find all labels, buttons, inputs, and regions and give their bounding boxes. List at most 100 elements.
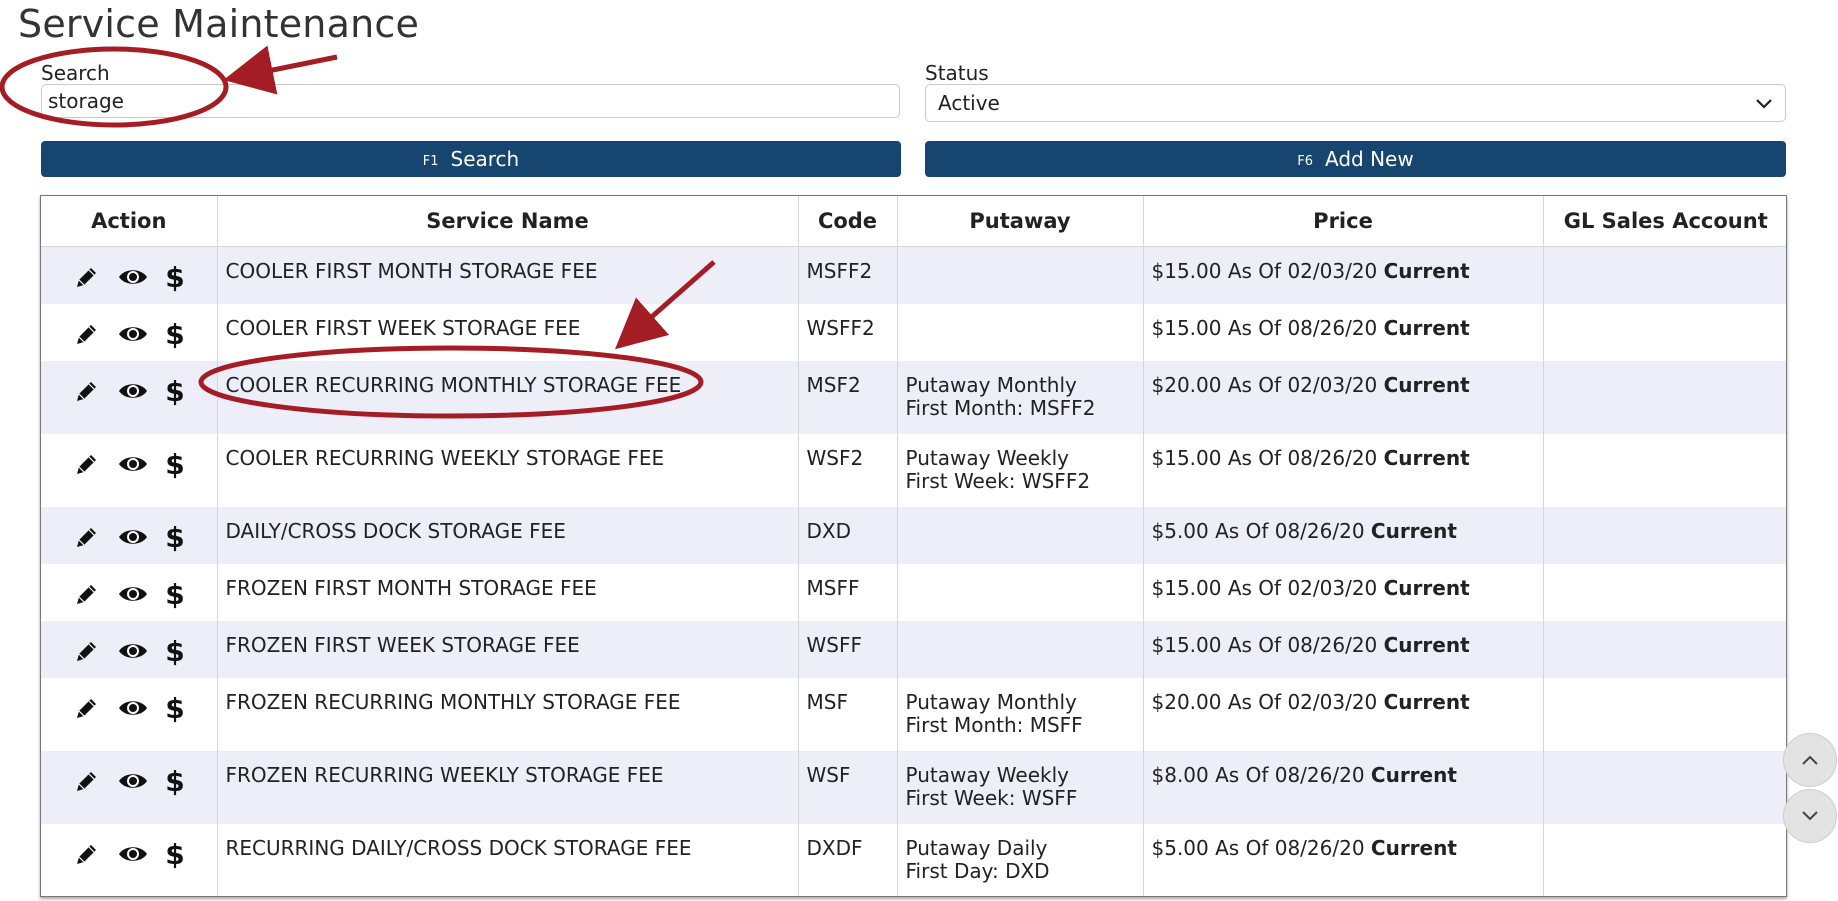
- putaway-line-1: Putaway Monthly: [905, 689, 1077, 714]
- putaway-line-2: First Day: DXD: [905, 858, 1050, 883]
- dollar-icon: $: [166, 522, 184, 552]
- pencil-icon: [76, 268, 96, 287]
- price-status: Current: [1383, 372, 1470, 397]
- gl-sales-account-cell: [1542, 506, 1786, 564]
- pricing-button[interactable]: $: [166, 579, 184, 609]
- dollar-icon: $: [166, 319, 184, 349]
- scroll-down-button[interactable]: [1783, 789, 1837, 843]
- view-button[interactable]: [118, 266, 148, 288]
- eye-icon: [118, 586, 147, 601]
- view-button[interactable]: [118, 380, 148, 402]
- price-value: $8.00 As Of 08/26/20: [1151, 762, 1365, 787]
- putaway-line-1: Putaway Daily: [905, 835, 1048, 860]
- chevron-down-icon: [1802, 811, 1818, 821]
- view-button[interactable]: [118, 583, 148, 605]
- service-name-cell: COOLER RECURRING WEEKLY STORAGE FEE: [216, 433, 798, 507]
- pencil-icon: [76, 324, 96, 344]
- gl-sales-account-cell: [1542, 750, 1786, 824]
- dollar-icon: $: [166, 839, 184, 869]
- price-status: Current: [1383, 689, 1470, 714]
- service-name-cell: FROZEN RECURRING MONTHLY STORAGE FEE: [216, 677, 798, 751]
- edit-button[interactable]: [74, 524, 100, 550]
- table-row: $ DAILY/CROSS DOCK STORAGE FEE DXD $5.00 As…: [41, 506, 1786, 564]
- table-row: $ COOLER FIRST WEEK STORAGE FEE WSFF2 $15.0…: [41, 303, 1786, 361]
- edit-button[interactable]: [74, 378, 100, 404]
- putaway-cell: Putaway Daily First Day: DXD: [896, 823, 1143, 896]
- dollar-icon: $: [166, 579, 184, 609]
- price-cell: $15.00 As Of 08/26/20 Current: [1142, 433, 1543, 507]
- putaway-cell: [896, 246, 1143, 304]
- service-name-cell: COOLER RECURRING MONTHLY STORAGE FEE: [216, 360, 798, 434]
- status-select[interactable]: Active: [925, 84, 1786, 122]
- edit-button[interactable]: [74, 695, 100, 721]
- view-button[interactable]: [118, 843, 148, 865]
- pricing-button[interactable]: $: [166, 839, 184, 869]
- dollar-icon: $: [166, 262, 184, 292]
- search-label: Search: [41, 61, 110, 85]
- price-status: Current: [1383, 445, 1470, 470]
- service-name-cell: FROZEN FIRST MONTH STORAGE FEE: [216, 563, 798, 621]
- putaway-line-2: First Week: WSFF: [905, 785, 1078, 810]
- pricing-button[interactable]: $: [166, 376, 184, 406]
- svg-text:$: $: [166, 636, 184, 666]
- view-button[interactable]: [118, 526, 148, 548]
- putaway-cell: [896, 620, 1143, 678]
- column-header-gl-sales-account[interactable]: GL Sales Account: [1542, 196, 1786, 247]
- column-header-price[interactable]: Price: [1142, 196, 1543, 247]
- view-button[interactable]: [118, 697, 148, 719]
- pricing-button[interactable]: $: [166, 766, 184, 796]
- table-row: $ RECURRING DAILY/CROSS DOCK STORAGE FEE D…: [41, 823, 1786, 896]
- column-header-putaway[interactable]: Putaway: [896, 196, 1143, 247]
- price-value: $15.00 As Of 02/03/20: [1151, 575, 1378, 600]
- view-button[interactable]: [118, 640, 148, 662]
- row-actions-cell: $: [41, 677, 217, 751]
- search-input[interactable]: [41, 84, 900, 118]
- service-name-cell: COOLER FIRST MONTH STORAGE FEE: [216, 246, 798, 304]
- code-cell: MSF2: [797, 360, 897, 434]
- edit-button[interactable]: [74, 638, 100, 664]
- price-cell: $20.00 As Of 02/03/20 Current: [1142, 677, 1543, 751]
- view-button[interactable]: [118, 323, 148, 345]
- price-cell: $15.00 As Of 08/26/20 Current: [1142, 620, 1543, 678]
- pricing-button[interactable]: $: [166, 636, 184, 666]
- view-button[interactable]: [118, 453, 148, 475]
- pricing-button[interactable]: $: [166, 522, 184, 552]
- edit-button[interactable]: [74, 321, 100, 347]
- pencil-icon: [76, 641, 96, 661]
- pencil-icon: [76, 771, 96, 791]
- pricing-button[interactable]: $: [166, 262, 184, 292]
- edit-button[interactable]: [74, 264, 100, 290]
- column-header-code[interactable]: Code: [797, 196, 897, 247]
- add-new-button[interactable]: F6 Add New: [925, 141, 1786, 177]
- price-status: Current: [1370, 762, 1457, 787]
- svg-text:$: $: [166, 579, 184, 609]
- code-cell: DXD: [797, 506, 897, 564]
- code-cell: MSFF: [797, 563, 897, 621]
- column-header-service-name[interactable]: Service Name: [216, 196, 798, 247]
- table-row: $ FROZEN FIRST MONTH STORAGE FEE MSFF $15.0…: [41, 563, 1786, 621]
- row-actions-cell: $: [41, 823, 217, 896]
- search-button[interactable]: F1 Search: [41, 141, 901, 177]
- view-button[interactable]: [118, 770, 148, 792]
- pricing-button[interactable]: $: [166, 693, 184, 723]
- chevron-down-icon: [1756, 99, 1772, 109]
- dollar-icon: $: [166, 693, 184, 723]
- eye-icon: [118, 700, 147, 715]
- putaway-cell: Putaway Monthly First Month: MSFF: [896, 677, 1143, 751]
- pricing-button[interactable]: $: [166, 319, 184, 349]
- eye-icon: [118, 846, 147, 861]
- edit-button[interactable]: [74, 768, 100, 794]
- column-header-action: Action: [41, 196, 217, 247]
- eye-icon: [118, 773, 147, 788]
- edit-button[interactable]: [74, 451, 100, 477]
- row-actions-cell: $: [41, 506, 217, 564]
- eye-icon: [118, 383, 147, 398]
- edit-button[interactable]: [74, 841, 100, 867]
- pricing-button[interactable]: $: [166, 449, 184, 479]
- scroll-up-button[interactable]: [1783, 733, 1837, 787]
- pencil-icon: [76, 584, 96, 604]
- eye-icon: [118, 529, 147, 544]
- dollar-icon: $: [166, 449, 184, 479]
- service-name-cell: DAILY/CROSS DOCK STORAGE FEE: [216, 506, 798, 564]
- edit-button[interactable]: [74, 581, 100, 607]
